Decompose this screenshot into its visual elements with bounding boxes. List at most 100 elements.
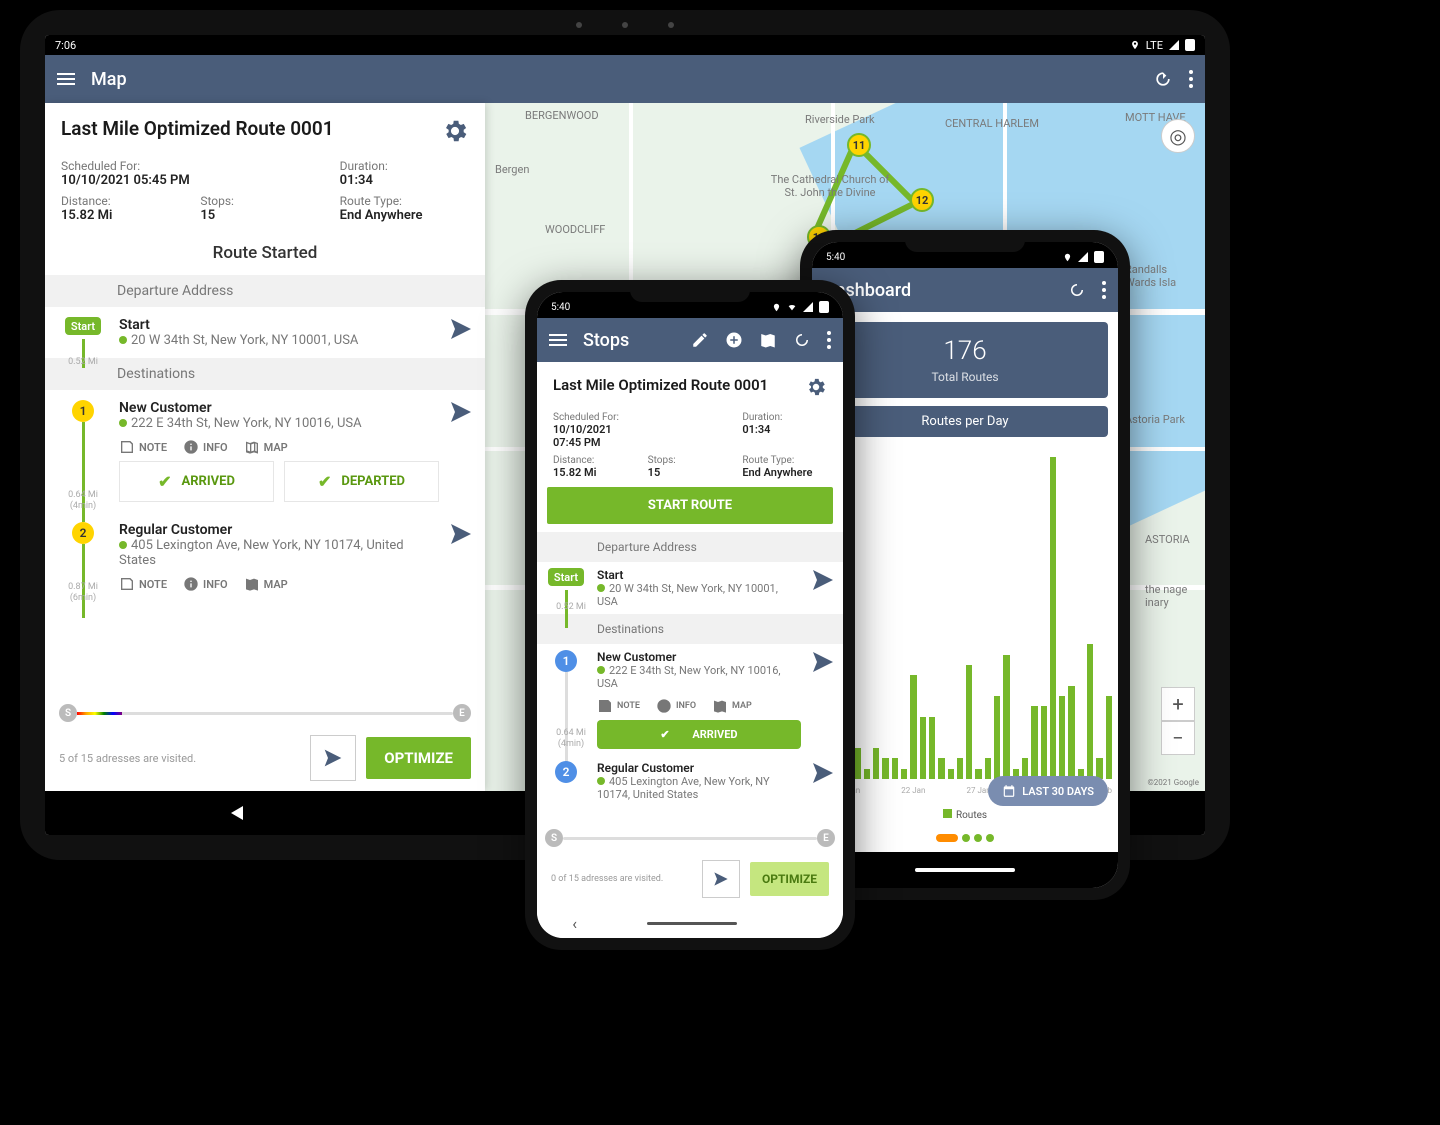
chart-bar[interactable] [1059,696,1065,779]
nav-back-icon[interactable]: ‹ [572,914,577,933]
dur-val: 01:34 [340,173,469,188]
compass-icon[interactable]: ◎ [1161,119,1195,153]
nav-home-icon[interactable] [647,922,737,925]
chart-bar[interactable] [985,758,991,779]
phone-stops: 5:40 Stops Last Mil [525,280,855,950]
chart-legend: Routes [812,809,1118,821]
stop1-badge: 1 [72,400,94,422]
stop-2[interactable]: 2 0.87 Mi(6min) Regular Customer 405 Lex… [45,512,485,608]
sync-icon[interactable] [793,331,811,349]
chart-bar[interactable] [901,769,907,779]
stop2-addr: 405 Lexington Ave, New York, NY 10174, U… [119,538,439,568]
gear-icon[interactable] [805,376,827,398]
more-icon[interactable] [1102,281,1106,299]
map-button[interactable]: MAP [712,698,752,714]
chart-bar[interactable] [1041,706,1047,779]
zoom-in-button[interactable]: + [1161,687,1195,721]
stop-start[interactable]: Start 0.52 Mi Start 20 W 34th St, New Yo… [45,307,485,358]
departed-button[interactable]: ✔DEPARTED [284,461,439,502]
arrived-button[interactable]: ✔ARRIVED [119,461,274,502]
slider-start[interactable]: S [59,704,77,722]
gear-icon[interactable] [441,117,469,145]
map-attribution: ©2021 Google [1147,778,1199,787]
navigate-icon[interactable] [811,761,835,785]
date-range-button[interactable]: LAST 30 DAYS [988,776,1108,806]
chart-bar[interactable] [910,675,916,779]
chart-bar[interactable] [892,758,898,779]
optimize-button[interactable]: OPTIMIZE [750,862,829,896]
stop0-addr: 20 W 34th St, New York, NY 10001, USA [119,333,439,348]
info-button[interactable]: INFO [183,439,228,455]
pager-dots[interactable] [812,821,1118,852]
note-button[interactable]: NOTE [119,439,167,455]
stop-2[interactable]: 2 Regular Customer 405 Lexington Ave, Ne… [537,755,843,807]
signal-icon [1169,40,1179,50]
navigate-icon[interactable] [449,522,473,546]
stop-1[interactable]: 1 0.64 Mi(4min) New Customer 222 E 34th … [45,390,485,512]
chart-bar[interactable] [1031,706,1037,779]
add-icon[interactable] [725,331,743,349]
chart-bar[interactable] [873,748,879,779]
stop0-dist: 0.52 Mi [59,357,107,368]
chart-bar[interactable] [929,717,935,779]
edit-icon[interactable] [691,331,709,349]
map-pin[interactable]: 11 [847,133,871,157]
chart-bar[interactable] [1106,696,1112,779]
dist-val: 15.82 Mi [61,208,190,223]
visited-status: 0 of 15 adresses are visited. [551,874,692,884]
info-button[interactable]: INFO [183,576,228,592]
chart-bar[interactable] [938,758,944,779]
stop2-name: Regular Customer [119,522,439,538]
sync-icon[interactable] [1068,281,1086,299]
start-route-button[interactable]: START ROUTE [547,487,833,524]
navigate-icon[interactable] [449,317,473,341]
note-button[interactable]: NOTE [597,698,640,714]
map-label: BERGENWOOD [525,109,599,122]
chart-bar[interactable] [855,748,861,779]
zoom-out-button[interactable]: − [1161,721,1195,755]
menu-icon[interactable] [57,73,75,85]
stop-start[interactable]: Start 0.52 Mi Start 20 W 34th St, New Yo… [537,562,843,614]
status-time: 7:06 [55,39,76,52]
sync-icon[interactable] [1153,69,1173,89]
route-slider[interactable]: S E [545,826,835,850]
chart-bar[interactable] [975,769,981,779]
phone-nav: ‹ [537,908,843,938]
more-icon[interactable] [1189,70,1193,88]
chart-bar[interactable] [966,665,972,779]
chart-bar[interactable] [864,769,870,779]
locate-button[interactable] [702,860,740,898]
locate-button[interactable] [310,735,356,781]
chart-bar[interactable] [920,717,926,779]
chart-bar[interactable] [1050,457,1056,779]
route-slider[interactable]: S E [59,701,471,725]
slider-end[interactable]: E [453,704,471,722]
chart-bar[interactable] [948,769,954,779]
chart-bar[interactable] [1003,655,1009,780]
chart-bar[interactable] [882,758,888,779]
arrived-button[interactable]: ✔ ARRIVED [597,720,801,749]
stop1-dist: 0.64 Mi(4min) [59,490,107,512]
chart-bar[interactable] [1068,686,1074,779]
info-button[interactable]: INFO [656,698,696,714]
menu-icon[interactable] [549,334,567,346]
map-label: Riverside Park [805,113,875,126]
chart-bar[interactable] [1087,644,1093,779]
map-icon[interactable] [759,331,777,349]
navigate-icon[interactable] [811,568,835,592]
stop-1[interactable]: 1 0.64 Mi(4min) New Customer 222 E 34th … [537,644,843,755]
map-button[interactable]: MAP [244,576,288,592]
routes-chart[interactable]: 17 Jan22 Jan27 Jan1 Feb6 Feb [836,447,1112,809]
navigate-icon[interactable] [449,400,473,424]
map-pin[interactable]: 12 [910,188,934,212]
note-button[interactable]: NOTE [119,576,167,592]
map-button[interactable]: MAP [244,439,288,455]
more-icon[interactable] [827,331,831,349]
optimize-button[interactable]: OPTIMIZE [366,737,471,779]
map-label: Bergen [495,163,529,176]
navigate-icon[interactable] [811,650,835,674]
chart-bar[interactable] [994,696,1000,779]
total-routes-card[interactable]: 176 Total Routes [822,322,1108,398]
chart-bar[interactable] [957,758,963,779]
nav-back-icon[interactable] [231,806,243,820]
